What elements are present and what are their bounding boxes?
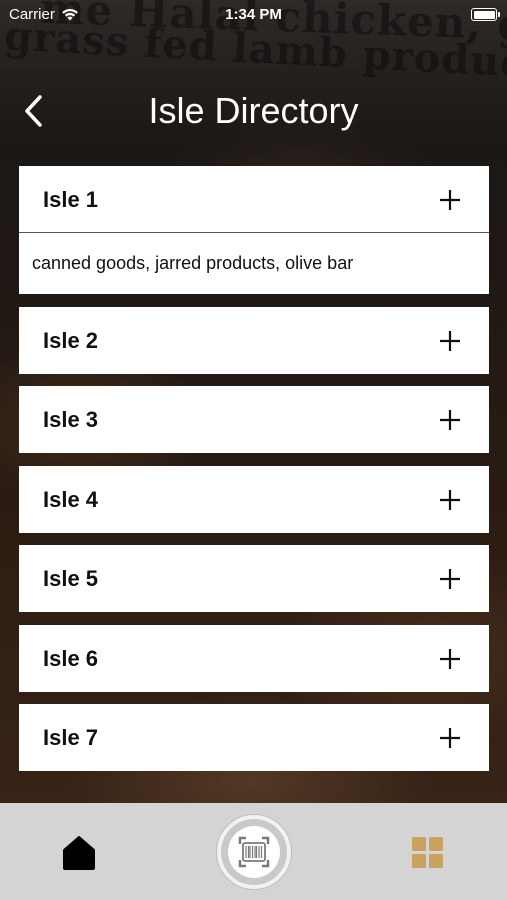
plus-icon	[440, 190, 460, 210]
isle-row-7[interactable]: Isle 7	[19, 704, 489, 771]
plus-icon	[440, 410, 460, 430]
barcode-scan-icon	[238, 836, 270, 868]
tab-home[interactable]	[62, 835, 96, 871]
status-time: 1:34 PM	[225, 6, 282, 23]
isle-list: Isle 1 canned goods, jarred products, ol…	[19, 166, 489, 784]
tab-bar	[0, 803, 507, 900]
isle-label: Isle 4	[43, 486, 99, 512]
isle-label: Isle 6	[43, 645, 99, 671]
plus-icon	[440, 569, 460, 589]
isle-label: Isle 2	[43, 327, 99, 353]
isle-label: Isle 1	[43, 187, 99, 212]
isle-detail: canned goods, jarred products, olive bar	[19, 233, 489, 294]
isle-label: Isle 3	[43, 407, 99, 432]
battery-icon	[471, 8, 500, 21]
isle-row-1[interactable]: Isle 1	[19, 166, 489, 233]
plus-icon	[440, 728, 460, 748]
isle-row-2[interactable]: Isle 2	[19, 306, 489, 374]
status-bar: Carrier 1:34 PM	[0, 0, 507, 30]
plus-icon	[440, 489, 460, 510]
page-title: Isle Directory	[148, 90, 359, 131]
isle-row-3[interactable]: Isle 3	[19, 386, 489, 453]
isle-row-5[interactable]: Isle 5	[19, 545, 489, 612]
tab-grid[interactable]	[412, 837, 444, 869]
home-icon	[63, 836, 95, 870]
plus-icon	[440, 330, 460, 351]
isle-row-4[interactable]: Isle 4	[19, 465, 489, 533]
grid-icon	[412, 837, 443, 868]
isle-label: Isle 7	[43, 725, 99, 750]
scan-button[interactable]	[217, 815, 291, 889]
plus-icon	[440, 648, 460, 669]
nav-header: Isle Directory	[0, 80, 507, 144]
isle-label: Isle 5	[43, 566, 99, 591]
isle-row-6[interactable]: Isle 6	[19, 624, 489, 692]
